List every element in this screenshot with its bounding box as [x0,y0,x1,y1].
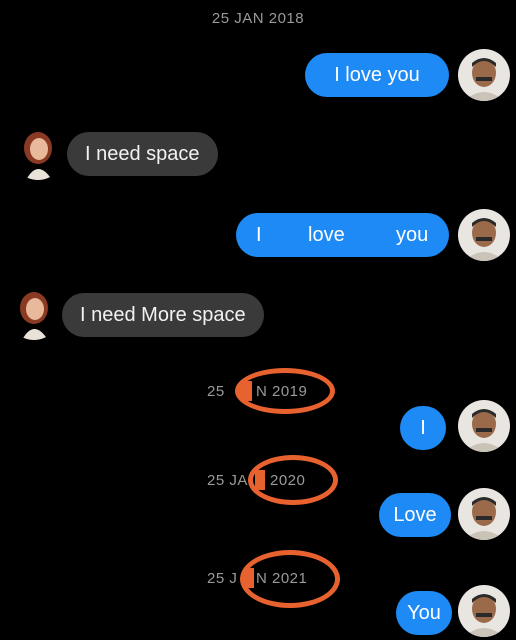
message-bubble-incoming[interactable]: I need More space [62,293,264,337]
message-text: I need More space [80,304,246,326]
message-text: I [420,417,426,439]
message-word: you [396,224,429,246]
annotation-circle [235,368,335,414]
message-bubble-outgoing[interactable]: Love [379,493,451,537]
message-bubble-outgoing[interactable]: I [400,406,446,450]
man-avatar-icon[interactable] [458,400,510,452]
man-avatar-icon[interactable] [458,49,510,101]
man-avatar-icon[interactable] [458,585,510,637]
timestamp-2021-left: 25 J [207,570,238,587]
annotation-circle [240,550,340,608]
message-bubble-outgoing[interactable]: You [396,591,452,635]
message-text: I love you [334,64,420,86]
message-text: I need space [85,143,200,165]
message-word: I [256,224,262,246]
message-text: You [407,602,441,624]
annotation-circle [248,455,338,505]
message-word: love [308,224,345,246]
message-bubble-incoming[interactable]: I need space [67,132,218,176]
woman-bitmoji-avatar-icon[interactable] [8,288,60,340]
message-text: Love [393,504,437,526]
man-avatar-icon[interactable] [458,488,510,540]
timestamp-2018: 25 JAN 2018 [211,10,305,27]
woman-bitmoji-avatar-icon[interactable] [12,128,64,180]
message-bubble-outgoing[interactable]: I love you [305,53,449,97]
timestamp-2019-left: 25 [207,383,225,400]
man-avatar-icon[interactable] [458,209,510,261]
timestamp-2020-left: 25 JA [207,472,248,489]
message-bubble-outgoing[interactable]: I love you [236,213,449,257]
